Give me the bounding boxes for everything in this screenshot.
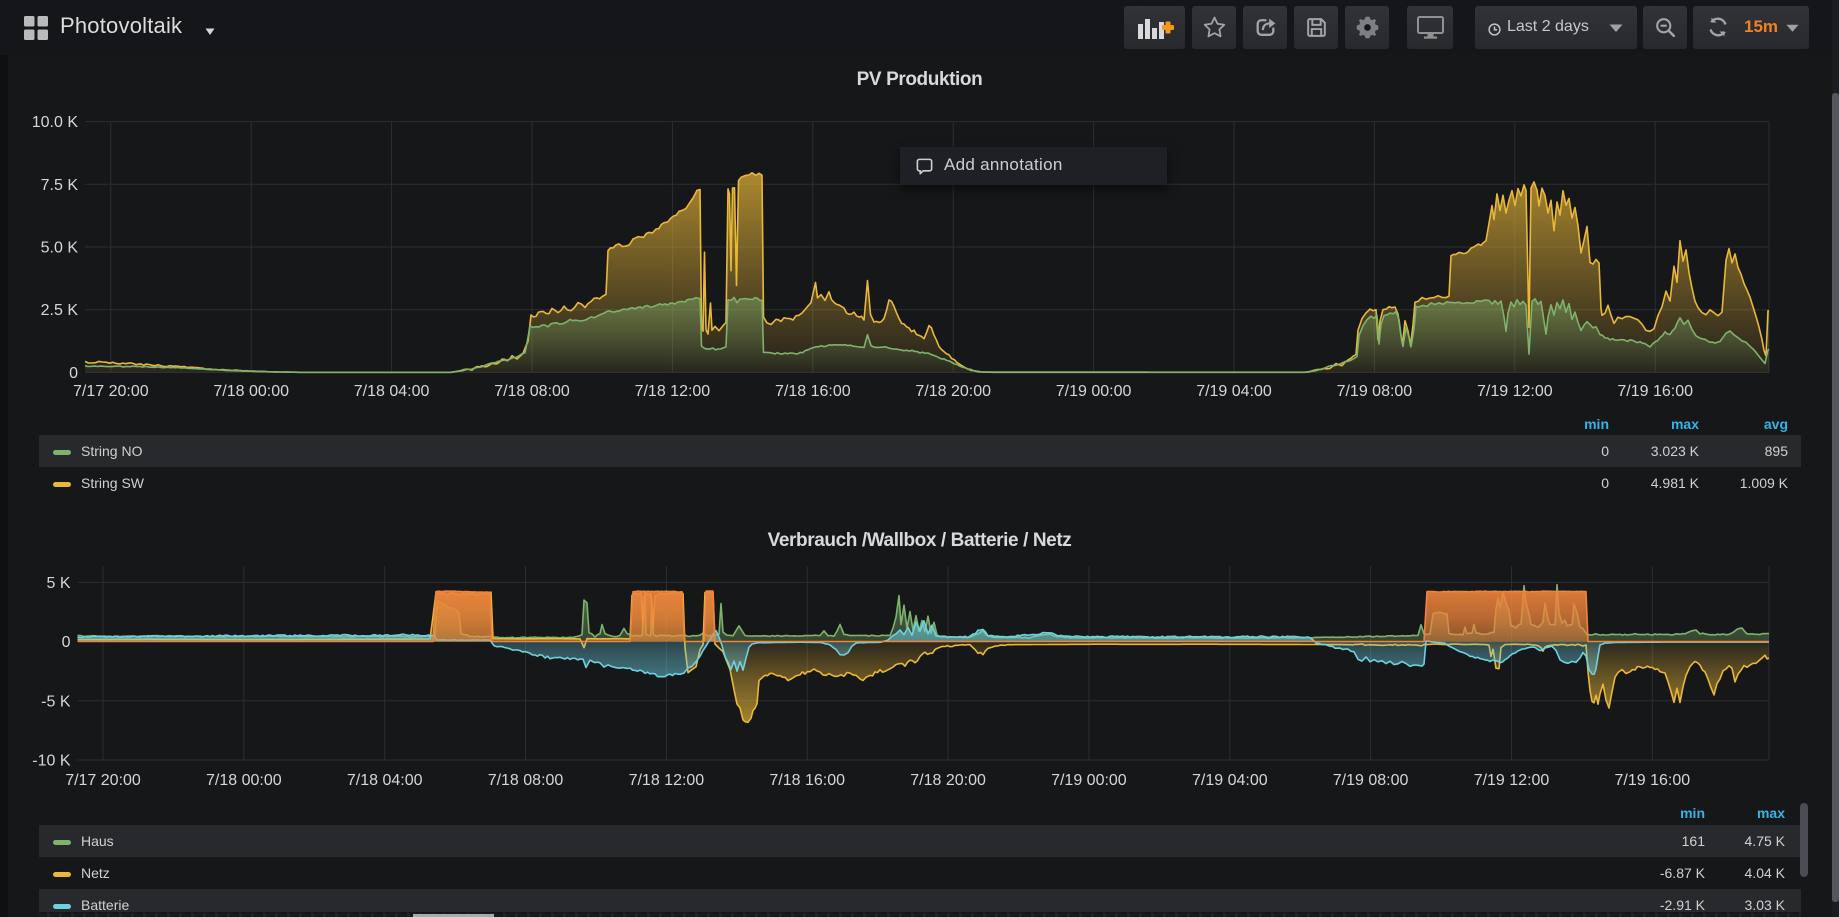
svg-text:7/19 08:00: 7/19 08:00 [1333,772,1409,789]
svg-text:7/19 00:00: 7/19 00:00 [1051,772,1127,789]
svg-text:7/19 12:00: 7/19 12:00 [1477,383,1553,400]
svg-text:7/18 20:00: 7/18 20:00 [915,383,991,400]
svg-text:7/18 12:00: 7/18 12:00 [635,383,711,400]
svg-text:5 K: 5 K [46,575,70,592]
svg-text:-5 K: -5 K [41,693,71,710]
svg-text:7/19 04:00: 7/19 04:00 [1192,772,1268,789]
svg-text:7/19 00:00: 7/19 00:00 [1056,383,1132,400]
svg-text:7/19 12:00: 7/19 12:00 [1474,772,1550,789]
svg-text:7.5 K: 7.5 K [41,177,79,194]
svg-text:7/17 20:00: 7/17 20:00 [73,383,149,400]
svg-text:7/18 16:00: 7/18 16:00 [775,383,851,400]
svg-text:7/18 04:00: 7/18 04:00 [347,772,423,789]
svg-text:7/19 08:00: 7/19 08:00 [1337,383,1413,400]
svg-text:2.5 K: 2.5 K [41,302,79,319]
svg-text:0: 0 [69,365,78,382]
svg-text:7/18 20:00: 7/18 20:00 [910,772,986,789]
svg-text:7/18 08:00: 7/18 08:00 [494,383,570,400]
svg-text:5.0 K: 5.0 K [41,240,79,257]
svg-text:7/19 16:00: 7/19 16:00 [1614,772,1690,789]
svg-text:7/18 00:00: 7/18 00:00 [213,383,289,400]
svg-text:0: 0 [62,634,71,651]
svg-text:7/18 12:00: 7/18 12:00 [629,772,705,789]
svg-text:7/18 16:00: 7/18 16:00 [769,772,845,789]
svg-text:7/19 04:00: 7/19 04:00 [1196,383,1272,400]
svg-text:10.0 K: 10.0 K [32,114,79,131]
svg-text:-10 K: -10 K [32,753,71,770]
svg-text:7/18 08:00: 7/18 08:00 [488,772,564,789]
svg-text:7/18 04:00: 7/18 04:00 [354,383,430,400]
svg-text:7/19 16:00: 7/19 16:00 [1617,383,1693,400]
svg-text:7/17 20:00: 7/17 20:00 [65,772,141,789]
svg-text:7/18 00:00: 7/18 00:00 [206,772,282,789]
